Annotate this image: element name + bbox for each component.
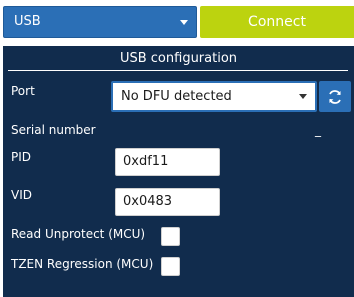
panel-title-divider bbox=[8, 70, 348, 71]
chevron-down-icon bbox=[299, 94, 307, 99]
read-unprotect-label: Read Unprotect (MCU) bbox=[11, 227, 146, 241]
pid-label: PID bbox=[11, 150, 32, 164]
panel-title: USB configuration bbox=[119, 51, 238, 66]
port-select-value: No DFU detected bbox=[121, 89, 232, 104]
port-label: Port bbox=[11, 84, 35, 98]
serial-number-label: Serial number bbox=[11, 123, 96, 137]
refresh-button[interactable] bbox=[319, 81, 351, 112]
serial-number-value: _ bbox=[315, 123, 321, 137]
refresh-icon bbox=[329, 89, 341, 104]
connect-button[interactable]: Connect bbox=[200, 6, 354, 38]
vid-label: VID bbox=[11, 188, 32, 202]
tzen-regression-checkbox[interactable] bbox=[161, 257, 180, 276]
vid-field[interactable]: 0x0483 bbox=[115, 188, 220, 216]
chevron-down-icon bbox=[180, 20, 188, 25]
port-select[interactable]: No DFU detected bbox=[111, 81, 317, 112]
tzen-regression-label: TZEN Regression (MCU) bbox=[11, 257, 154, 271]
interface-select[interactable]: USB bbox=[3, 6, 197, 38]
connect-button-label: Connect bbox=[248, 14, 306, 30]
read-unprotect-checkbox[interactable] bbox=[161, 227, 180, 246]
stm32-programmer-connection-pane: USB Connect USB configuration Port No DF… bbox=[0, 0, 354, 297]
usb-configuration-panel: USB configuration Port No DFU detected S… bbox=[3, 46, 354, 297]
pid-field[interactable]: 0xdf11 bbox=[115, 148, 220, 176]
interface-select-value: USB bbox=[14, 14, 41, 29]
